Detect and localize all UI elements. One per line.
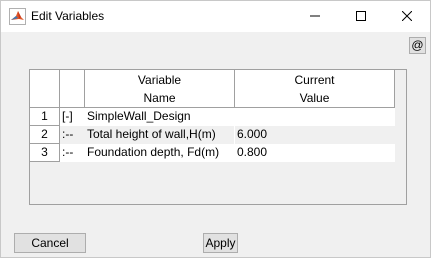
matlab-icon [9, 8, 26, 25]
variables-table: Variable Name Current Value 1 [-] Simple… [29, 69, 407, 205]
current-value-header[interactable]: Current Value [235, 70, 395, 108]
variable-value-cell[interactable]: 6.000 [235, 126, 395, 144]
apply-button[interactable]: Apply [203, 233, 238, 253]
minimize-button[interactable] [292, 1, 338, 32]
row-number: 1 [30, 108, 60, 126]
variable-name-header[interactable]: Variable Name [85, 70, 235, 108]
value-header-line2: Value [299, 91, 330, 105]
window-title: Edit Variables [31, 9, 105, 23]
variable-name-cell[interactable]: Foundation depth, Fd(m) [85, 144, 235, 162]
tree-branch: :-- [60, 144, 85, 162]
variable-value-cell[interactable] [235, 108, 395, 126]
maximize-button[interactable] [338, 1, 384, 32]
value-header-line1: Current [294, 73, 335, 87]
table-row[interactable]: 3 :-- Foundation depth, Fd(m) 0.800 [30, 144, 395, 162]
variable-name-cell[interactable]: Total height of wall,H(m) [85, 126, 235, 144]
table-row[interactable]: 1 [-] SimpleWall_Design [30, 108, 395, 126]
cancel-button[interactable]: Cancel [14, 233, 86, 253]
row-number: 3 [30, 144, 60, 162]
tree-toggle[interactable]: [-] [60, 108, 85, 126]
variable-name-cell[interactable]: SimpleWall_Design [85, 108, 235, 126]
at-button[interactable]: @ [409, 37, 426, 54]
variable-header-line2: Name [143, 91, 176, 105]
maximize-icon [356, 10, 366, 24]
variable-value-cell[interactable]: 0.800 [235, 144, 395, 162]
table-row[interactable]: 2 :-- Total height of wall,H(m) 6.000 [30, 126, 395, 144]
tree-branch: :-- [60, 126, 85, 144]
variable-header-line1: Variable [137, 73, 182, 87]
row-number-header [30, 70, 60, 108]
close-button[interactable] [384, 1, 430, 32]
tree-header [60, 70, 85, 108]
edit-variables-dialog: Edit Variables @ Variable Name Current V… [0, 0, 431, 258]
minimize-icon [310, 10, 320, 24]
title-bar[interactable]: Edit Variables [1, 1, 430, 32]
close-icon [401, 10, 413, 24]
row-number: 2 [30, 126, 60, 144]
